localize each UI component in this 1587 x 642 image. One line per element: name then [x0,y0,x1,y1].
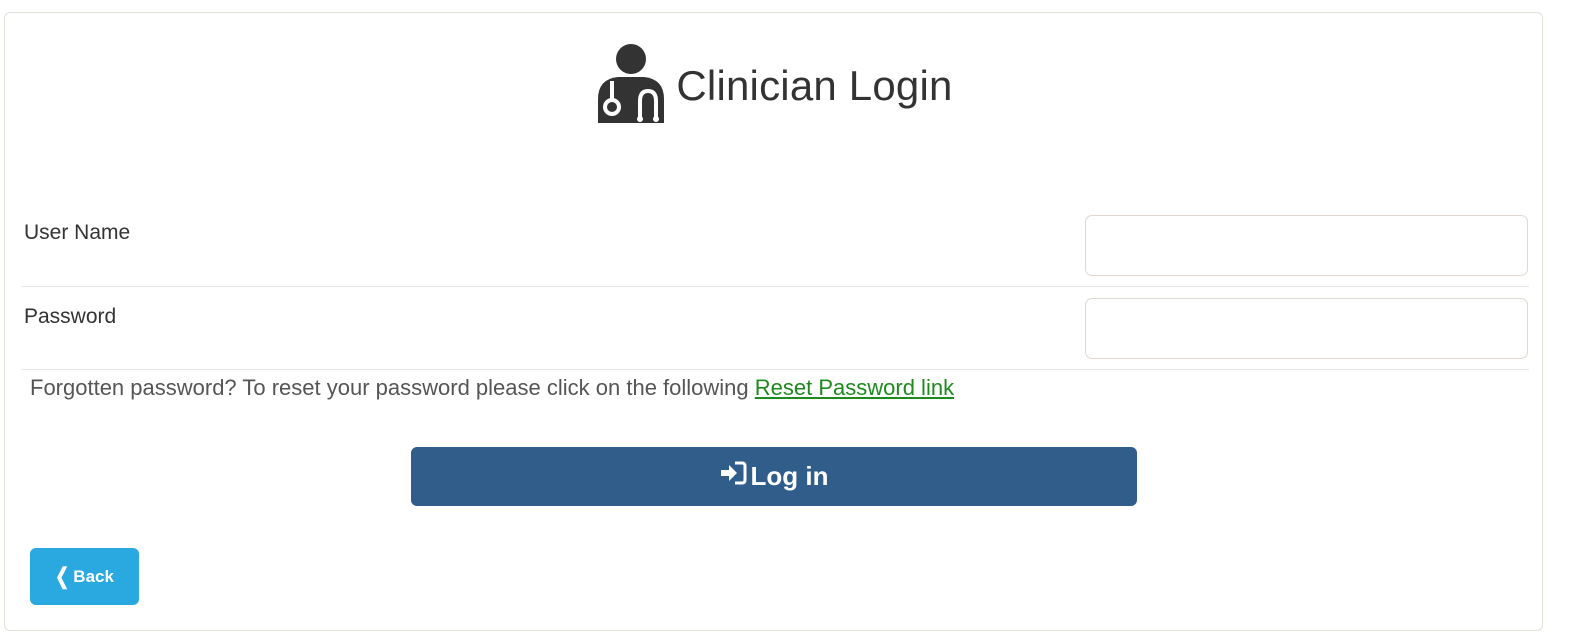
password-label: Password [24,305,117,328]
username-row: User Name [22,203,1529,287]
username-input[interactable] [1085,215,1528,276]
page-title: Clinician Login [676,61,953,109]
back-button-label: Back [73,566,114,586]
back-button[interactable]: ❮ Back [30,548,139,605]
doctor-stethoscope-icon [594,43,676,128]
chevron-left-icon: ❮ [55,563,70,589]
password-row: Password [22,287,1529,370]
sign-in-icon [720,461,751,492]
username-label: User Name [24,221,131,244]
page-header: Clinician Login [5,43,1542,128]
login-button[interactable]: Log in [411,447,1137,506]
forgot-password-text: Forgotten password? To reset your passwo… [30,375,954,401]
login-button-label: Log in [750,461,829,491]
reset-password-link[interactable]: Reset Password link [755,375,954,400]
login-panel: Clinician Login User Name Password Forgo… [4,12,1543,631]
forgot-password-message: Forgotten password? To reset your passwo… [30,375,755,400]
password-input[interactable] [1085,298,1528,359]
